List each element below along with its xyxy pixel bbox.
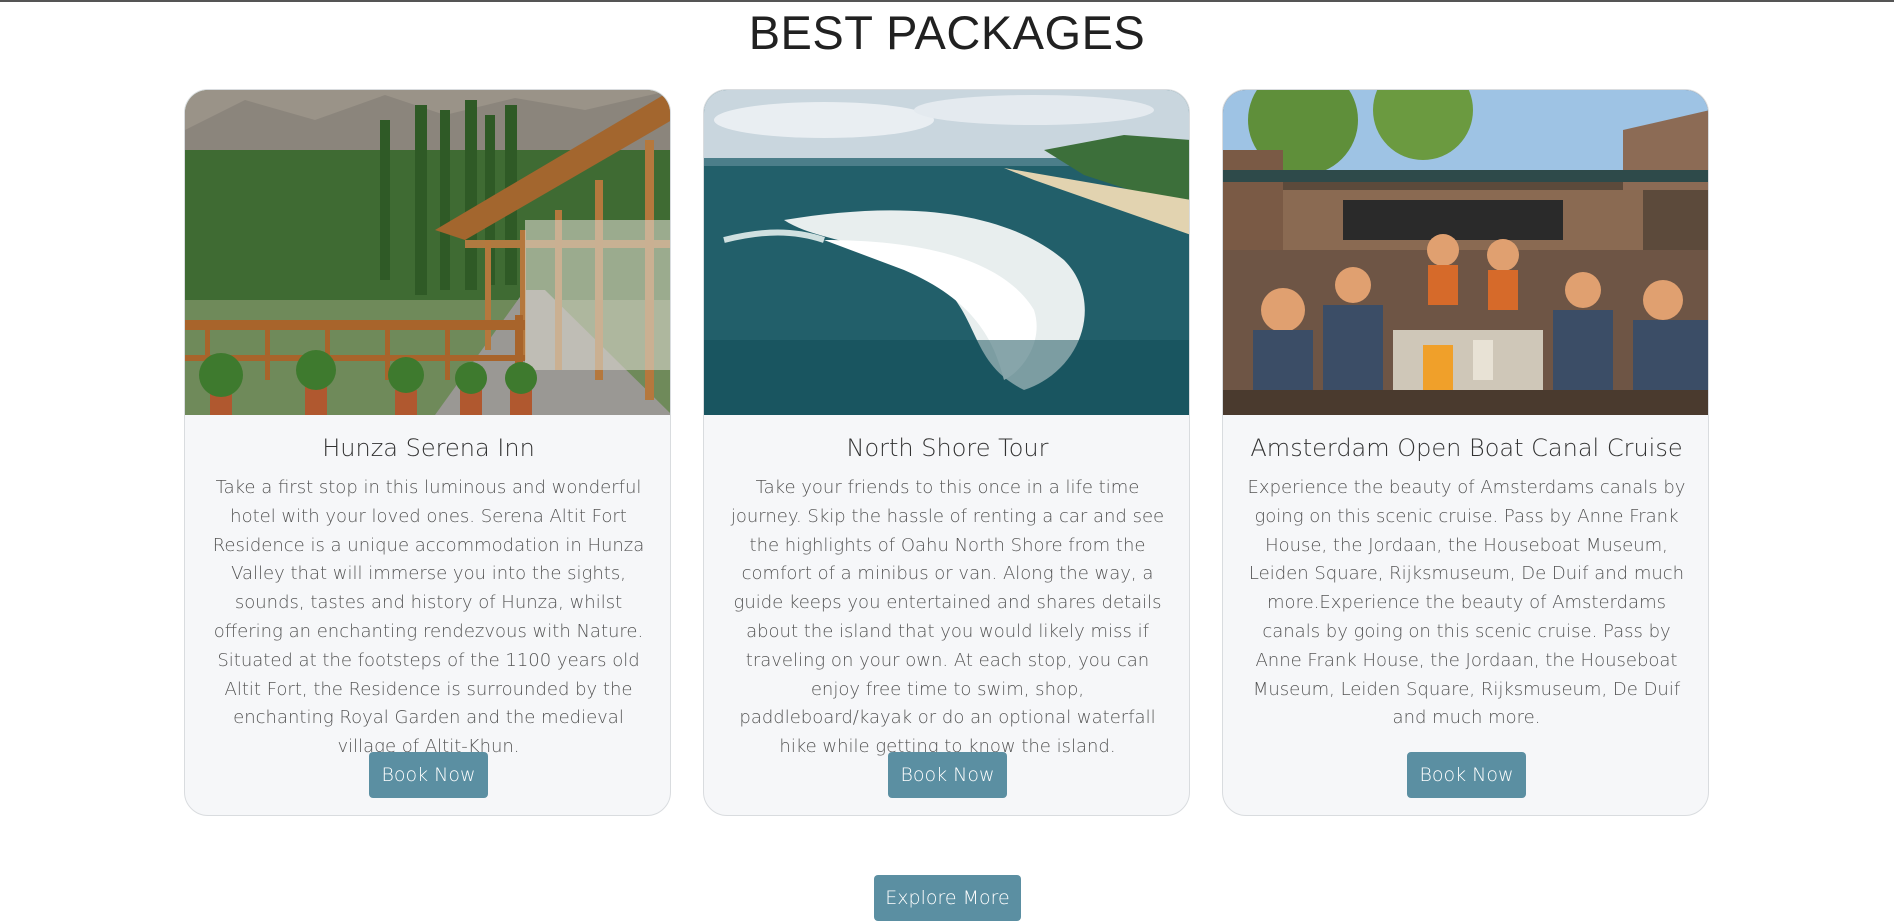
hotel-photo-icon	[185, 90, 670, 415]
book-now-button[interactable]: Book Now	[369, 752, 488, 798]
book-now-button[interactable]: Book Now	[1407, 752, 1526, 798]
package-card-amsterdam: Amsterdam Open Boat Canal Cruise Experie…	[1222, 89, 1709, 816]
card-title: Amsterdam Open Boat Canal Cruise	[1250, 434, 1683, 462]
ocean-wave-photo-icon	[704, 90, 1189, 415]
card-title: Hunza Serena Inn	[322, 434, 535, 462]
canal-boat-photo-icon	[1223, 90, 1708, 415]
card-description: Experience the beauty of Amsterdams cana…	[1247, 477, 1686, 729]
package-card-north-shore: North Shore Tour Take your friends to th…	[703, 89, 1190, 816]
card-description: Take a first stop in this luminous and w…	[212, 477, 645, 758]
package-card-hunza: Hunza Serena Inn Take a first stop in th…	[184, 89, 671, 816]
explore-more-button[interactable]: Explore More	[874, 875, 1021, 921]
book-now-button[interactable]: Book Now	[888, 752, 1007, 798]
card-description: Take your friends to this once in a life…	[730, 477, 1165, 758]
card-title: North Shore Tour	[846, 434, 1049, 462]
top-divider	[0, 0, 1894, 2]
section-title: BEST PACKAGES	[748, 6, 1146, 59]
